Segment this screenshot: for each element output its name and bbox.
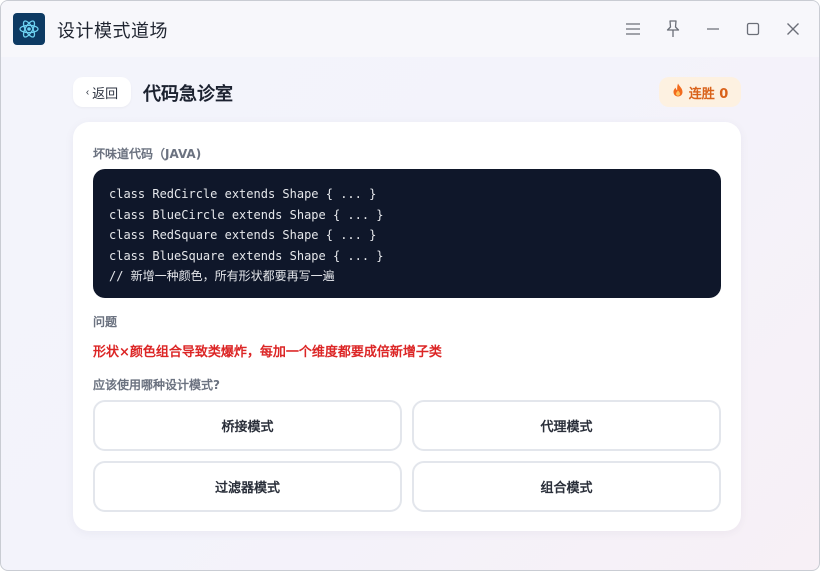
close-icon[interactable] bbox=[781, 17, 805, 41]
pin-icon[interactable] bbox=[661, 17, 685, 41]
streak-label: 连胜 0 bbox=[688, 86, 729, 102]
option-button[interactable]: 组合模式 bbox=[412, 461, 721, 512]
question-label: 应该使用哪种设计模式? bbox=[93, 378, 220, 392]
chevron-left-icon: ‹ bbox=[85, 86, 90, 98]
problem-section-label: 问题 bbox=[93, 315, 118, 329]
option-button[interactable]: 过滤器模式 bbox=[93, 461, 402, 512]
question-card: 坏味道代码（JAVA) class RedCircle extends Shap… bbox=[73, 122, 741, 531]
code-block: class RedCircle extends Shape { ... } cl… bbox=[93, 169, 721, 298]
code-line: class RedCircle extends Shape { ... } bbox=[109, 187, 377, 201]
problem-text: 形状×颜色组合导致类爆炸，每加一个维度都要成倍新增子类 bbox=[93, 345, 442, 360]
code-line: class BlueSquare extends Shape { ... } bbox=[109, 248, 384, 263]
app-window: 设计模式道场 ‹ 返回 代码急诊室 连胜 0 坏味道代码（JAVA) class… bbox=[0, 0, 820, 571]
option-button[interactable]: 桥接模式 bbox=[93, 400, 402, 451]
back-button-label: 返回 bbox=[92, 85, 119, 101]
maximize-icon[interactable] bbox=[741, 17, 765, 41]
page-title: 代码急诊室 bbox=[143, 84, 233, 105]
hamburger-menu-icon[interactable] bbox=[621, 17, 645, 41]
atom-icon bbox=[13, 13, 45, 45]
streak-badge: 连胜 0 bbox=[659, 77, 741, 107]
window-title: 设计模式道场 bbox=[57, 21, 168, 42]
code-line: class RedSquare extends Shape { ... } bbox=[109, 228, 377, 242]
option-button[interactable]: 代理模式 bbox=[412, 400, 721, 451]
code-line: class BlueCircle extends Shape { ... } bbox=[109, 207, 384, 222]
code-comment-line: // 新增一种颜色，所有形状都要再写一遍 bbox=[109, 269, 335, 283]
title-bar: 设计模式道场 bbox=[1, 1, 819, 57]
code-section-label: 坏味道代码（JAVA) bbox=[93, 147, 202, 161]
flame-icon bbox=[672, 83, 684, 101]
back-button[interactable]: ‹ 返回 bbox=[73, 77, 131, 107]
minimize-icon[interactable] bbox=[701, 17, 725, 41]
